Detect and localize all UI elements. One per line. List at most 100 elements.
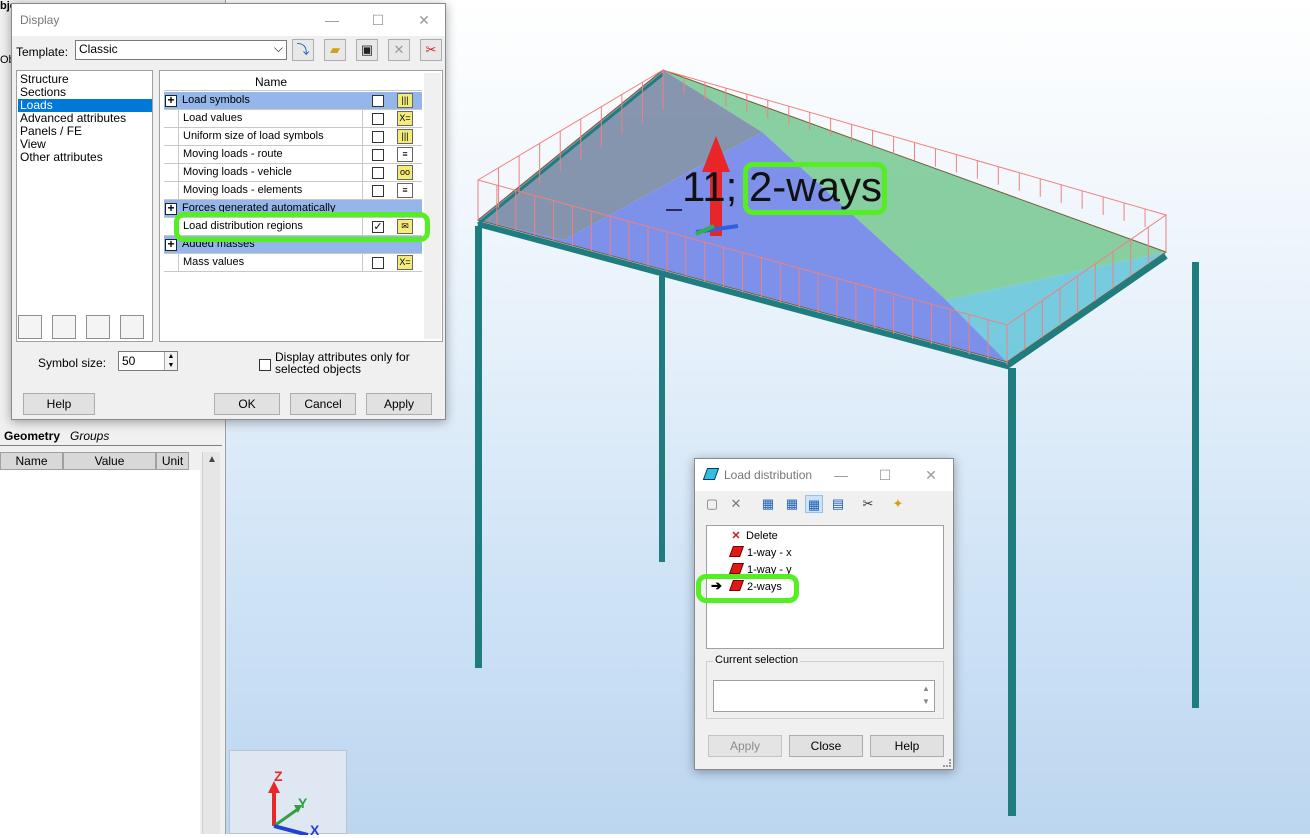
- attr-row-load-values[interactable]: Load values X=: [164, 110, 422, 128]
- attr-row-load-symbols[interactable]: + Load symbols |||: [164, 92, 422, 110]
- expand-icon[interactable]: +: [165, 238, 177, 251]
- cancel-button[interactable]: Cancel: [290, 393, 356, 415]
- column-front-left[interactable]: [475, 226, 482, 668]
- view-large-icon[interactable]: ▦: [759, 495, 777, 513]
- attr-label: Load symbols: [182, 94, 250, 106]
- node-label-prefix: 11;: [682, 163, 738, 210]
- expand-icon[interactable]: +: [165, 202, 177, 215]
- region-icon: [728, 580, 745, 591]
- category-list: Structure Sections Loads Advanced attrib…: [16, 70, 153, 342]
- reset-icon[interactable]: ✂: [420, 39, 442, 61]
- check-all-icon[interactable]: [86, 315, 110, 339]
- attr-checkbox[interactable]: [372, 113, 384, 125]
- column-front-right[interactable]: [1008, 368, 1016, 816]
- ld-help-button[interactable]: Help: [870, 735, 944, 757]
- apply-template-icon[interactable]: ⤵: [292, 39, 314, 61]
- list-item-2-ways[interactable]: 2-ways: [728, 579, 782, 595]
- attr-row-added-masses[interactable]: + Added masses: [164, 236, 422, 254]
- attr-row-forces-generated[interactable]: + Forces generated automatically: [164, 200, 422, 218]
- attr-row-mass-values[interactable]: Mass values X=: [164, 254, 422, 272]
- list-item-delete[interactable]: ✕ Delete: [729, 528, 777, 544]
- apply-button[interactable]: Apply: [366, 393, 432, 415]
- ok-button[interactable]: OK: [214, 393, 280, 415]
- cut-icon[interactable]: ✂: [859, 495, 877, 513]
- expand-all-icon[interactable]: [18, 315, 42, 339]
- help-button[interactable]: Help: [23, 393, 95, 415]
- close-icon[interactable]: ✕: [414, 10, 434, 30]
- open-folder-icon[interactable]: ▰: [324, 39, 346, 61]
- property-grid-scrollbar[interactable]: ▲: [202, 452, 220, 834]
- new-icon[interactable]: ▢: [703, 495, 721, 513]
- column-header-value[interactable]: Value: [63, 452, 156, 470]
- attr-checkbox[interactable]: [372, 185, 384, 197]
- column-back-left[interactable]: [659, 276, 665, 562]
- minimize-icon[interactable]: —: [322, 10, 342, 30]
- chevron-down-icon: ⌵: [273, 41, 283, 55]
- envelope-icon: ✉: [397, 219, 413, 234]
- attr-row-uniform-size[interactable]: Uniform size of load symbols |||: [164, 128, 422, 146]
- list-item-1-way-x[interactable]: 1-way - x: [728, 545, 792, 561]
- view-small-icon[interactable]: ▦: [783, 495, 801, 513]
- column-back-right[interactable]: [1192, 262, 1199, 708]
- only-selected-label-line2: selected objects: [275, 362, 362, 376]
- uniform-size-icon: |||: [397, 129, 413, 144]
- current-arrow-icon: ➔: [711, 578, 722, 593]
- uncheck-all-icon[interactable]: [120, 315, 144, 339]
- line-style-icon: ≡: [397, 147, 413, 162]
- attr-label: Forces generated automatically: [182, 202, 336, 214]
- inspector-tabs: Geometry Groups: [0, 428, 222, 446]
- attr-label: Load values: [178, 110, 363, 127]
- column-header-unit[interactable]: Unit: [156, 452, 189, 470]
- save-icon[interactable]: ▣: [356, 39, 378, 61]
- view-details-icon[interactable]: ▤: [829, 495, 847, 513]
- column-header-name[interactable]: Name: [0, 452, 63, 470]
- resize-grip-icon[interactable]: [943, 759, 951, 767]
- template-label: Template:: [16, 45, 69, 59]
- ld-title: Load distribution: [724, 468, 813, 482]
- region-icon: [728, 546, 745, 557]
- attr-checkbox[interactable]: [372, 131, 384, 143]
- attr-label: Mass values: [178, 254, 363, 271]
- tab-groups[interactable]: Groups: [66, 429, 113, 445]
- only-selected-checkbox[interactable]: [259, 359, 271, 371]
- expand-icon[interactable]: +: [165, 94, 177, 107]
- close-icon[interactable]: ✕: [921, 465, 941, 485]
- attr-checkbox[interactable]: [372, 257, 384, 269]
- attr-row-moving-elements[interactable]: Moving loads - elements ≡: [164, 182, 422, 200]
- delete-icon[interactable]: ✕: [388, 39, 410, 61]
- attr-row-moving-route[interactable]: Moving loads - route ≡: [164, 146, 422, 164]
- attr-row-moving-vehicle[interactable]: Moving loads - vehicle oo: [164, 164, 422, 182]
- attr-checkbox[interactable]: [372, 167, 384, 179]
- attribute-scrollbar[interactable]: [424, 73, 441, 339]
- display-dialog: Display — ☐ ✕ Template: Classic ⌵ ⤵ ▰ ▣ …: [11, 3, 446, 420]
- ld-titlebar[interactable]: Load distribution — ☐ ✕: [695, 459, 953, 491]
- delete-icon[interactable]: ✕: [727, 495, 745, 513]
- current-selection-field[interactable]: ▲ ▼: [713, 680, 935, 712]
- ld-apply-button[interactable]: Apply: [708, 735, 782, 757]
- template-select[interactable]: Classic ⌵: [75, 40, 287, 60]
- folder-star-icon[interactable]: ✦: [889, 495, 907, 513]
- maximize-icon[interactable]: ☐: [368, 10, 388, 30]
- list-item-1-way-y[interactable]: 1-way - y: [728, 562, 792, 578]
- collapse-all-icon[interactable]: [52, 315, 76, 339]
- maximize-icon[interactable]: ☐: [875, 465, 895, 485]
- display-title: Display: [20, 13, 60, 27]
- view-list-icon[interactable]: ▦: [805, 495, 823, 513]
- attr-row-load-distribution-regions[interactable]: Load distribution regions ✓ ✉: [164, 218, 422, 236]
- display-titlebar[interactable]: Display — ☐ ✕: [12, 4, 445, 36]
- field-scroll-icon[interactable]: ▲ ▼: [919, 682, 933, 710]
- tab-geometry[interactable]: Geometry: [0, 429, 64, 445]
- attr-checkbox[interactable]: [372, 95, 384, 107]
- list-item-label: 1-way - x: [747, 547, 792, 559]
- category-other-attributes[interactable]: Other attributes: [18, 151, 152, 164]
- load-symbol-icon: |||: [397, 93, 413, 108]
- attr-label: Moving loads - elements: [178, 182, 363, 199]
- attr-checkbox[interactable]: [372, 149, 384, 161]
- ld-close-button[interactable]: Close: [789, 735, 863, 757]
- symbol-size-input[interactable]: 50 ▲ ▼: [118, 351, 178, 371]
- scroll-up-icon[interactable]: ▲: [207, 454, 217, 465]
- attr-checkbox-checked[interactable]: ✓: [372, 221, 384, 233]
- minimize-icon[interactable]: —: [831, 465, 851, 485]
- symbol-size-value: 50: [122, 354, 136, 368]
- spinner-icon[interactable]: ▲ ▼: [164, 352, 177, 370]
